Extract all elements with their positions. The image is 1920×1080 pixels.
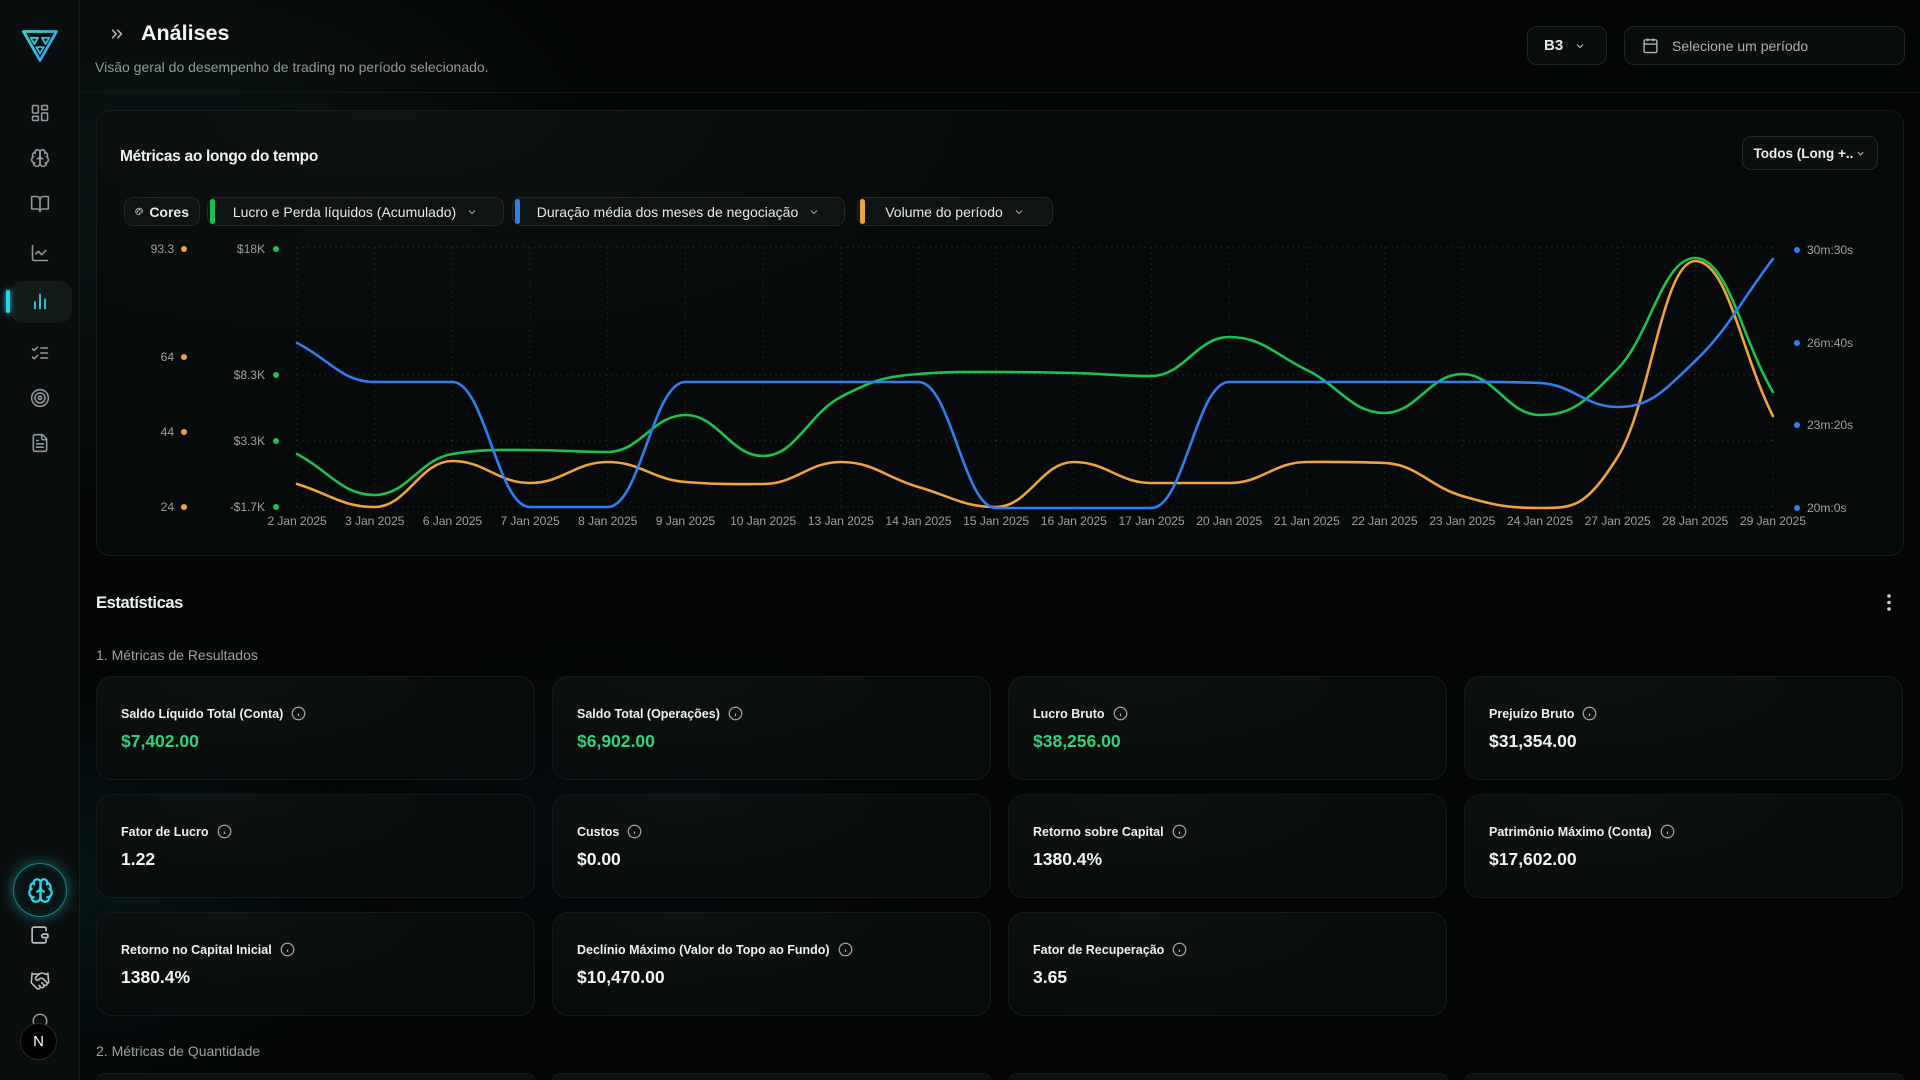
svg-text:24: 24 <box>161 500 175 514</box>
svg-text:44: 44 <box>161 425 175 439</box>
svg-text:21 Jan 2025: 21 Jan 2025 <box>1274 514 1340 528</box>
svg-text:$3.3K: $3.3K <box>234 434 265 448</box>
svg-text:64: 64 <box>161 350 175 364</box>
svg-text:17 Jan 2025: 17 Jan 2025 <box>1119 514 1185 528</box>
svg-text:23 Jan 2025: 23 Jan 2025 <box>1429 514 1495 528</box>
svg-text:28 Jan 2025: 28 Jan 2025 <box>1662 514 1728 528</box>
svg-text:30m:30s: 30m:30s <box>1807 243 1853 257</box>
svg-text:20m:0s: 20m:0s <box>1807 501 1846 515</box>
svg-text:3 Jan 2025: 3 Jan 2025 <box>345 514 405 528</box>
svg-text:93.3: 93.3 <box>151 242 175 256</box>
svg-text:8 Jan 2025: 8 Jan 2025 <box>578 514 638 528</box>
svg-text:$8.3K: $8.3K <box>234 368 265 382</box>
svg-text:10 Jan 2025: 10 Jan 2025 <box>730 514 796 528</box>
svg-text:15 Jan 2025: 15 Jan 2025 <box>963 514 1029 528</box>
svg-text:-$1.7K: -$1.7K <box>230 500 265 514</box>
svg-text:6 Jan 2025: 6 Jan 2025 <box>423 514 483 528</box>
svg-text:16 Jan 2025: 16 Jan 2025 <box>1041 514 1107 528</box>
svg-text:24 Jan 2025: 24 Jan 2025 <box>1507 514 1573 528</box>
svg-text:$18K: $18K <box>237 242 265 256</box>
svg-text:9 Jan 2025: 9 Jan 2025 <box>656 514 716 528</box>
svg-text:2 Jan 2025: 2 Jan 2025 <box>267 514 327 528</box>
svg-text:27 Jan 2025: 27 Jan 2025 <box>1585 514 1651 528</box>
svg-text:26m:40s: 26m:40s <box>1807 336 1853 350</box>
svg-text:13 Jan 2025: 13 Jan 2025 <box>808 514 874 528</box>
svg-text:14 Jan 2025: 14 Jan 2025 <box>885 514 951 528</box>
svg-text:7 Jan 2025: 7 Jan 2025 <box>500 514 560 528</box>
svg-text:20 Jan 2025: 20 Jan 2025 <box>1196 514 1262 528</box>
svg-text:29 Jan 2025: 29 Jan 2025 <box>1740 514 1806 528</box>
svg-text:23m:20s: 23m:20s <box>1807 418 1853 432</box>
svg-text:22 Jan 2025: 22 Jan 2025 <box>1352 514 1418 528</box>
